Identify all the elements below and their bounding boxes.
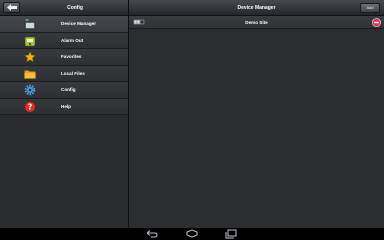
config-pane: Config Device Manager Alarm Out Favorite…	[0, 0, 128, 228]
menu-item-label: Alarm Out	[61, 37, 84, 43]
menu-item-label: Favorites	[61, 54, 82, 59]
star-icon	[24, 51, 36, 63]
back-button[interactable]	[3, 2, 20, 13]
folder-icon	[24, 69, 36, 79]
menu-item-device-manager[interactable]: Device Manager	[0, 16, 128, 33]
nav-back-button[interactable]	[145, 229, 159, 239]
remove-icon[interactable]	[372, 18, 381, 27]
menu-item-label: Config	[61, 87, 76, 92]
gear-icon	[24, 84, 36, 96]
help-icon: ?	[24, 101, 36, 112]
svg-text:?: ?	[28, 102, 32, 111]
add-button[interactable]: Add	[360, 3, 380, 13]
config-title: Config	[67, 5, 83, 11]
nav-recents-icon	[225, 229, 237, 239]
menu-item-local-files[interactable]: Local Files	[0, 65, 128, 82]
menu-item-label: Local Files	[61, 70, 85, 76]
config-header: Config	[0, 0, 128, 16]
menu-item-config[interactable]: Config	[0, 82, 128, 99]
site-name: Demo Site	[245, 20, 268, 25]
alarm-out-icon	[24, 36, 36, 46]
back-arrow-icon	[7, 4, 17, 11]
config-menu: Device Manager Alarm Out Favorites Local…	[0, 16, 128, 115]
device-manager-icon	[24, 19, 36, 30]
device-manager-title: Device Manager	[237, 5, 276, 11]
device-manager-header: Device Manager Add	[129, 0, 384, 16]
nav-back-icon	[146, 230, 158, 238]
menu-item-label: Help	[61, 103, 71, 109]
menu-item-alarm-out[interactable]: Alarm Out	[0, 32, 128, 49]
device-manager-pane: Device Manager Add Demo Site	[129, 0, 384, 228]
nav-recents-button[interactable]	[224, 229, 238, 239]
menu-item-label: Device Manager	[61, 21, 96, 26]
menu-item-favorites[interactable]: Favorites	[0, 49, 128, 66]
nav-home-icon	[186, 229, 198, 238]
menu-item-help[interactable]: ? Help	[0, 98, 128, 115]
system-nav-bar	[0, 228, 384, 240]
site-list-item[interactable]: Demo Site	[129, 16, 384, 29]
nav-home-button[interactable]	[185, 229, 199, 239]
